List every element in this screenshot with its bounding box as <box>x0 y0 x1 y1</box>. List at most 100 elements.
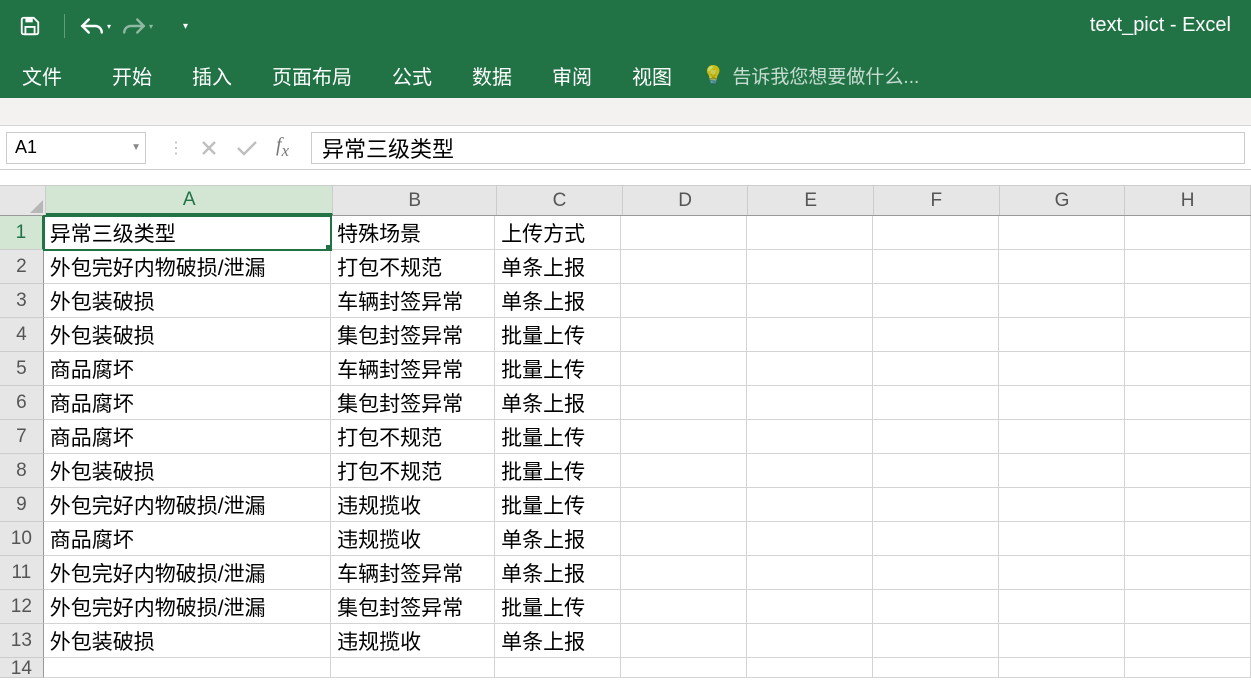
cell[interactable] <box>747 420 873 454</box>
cell[interactable] <box>621 250 747 284</box>
cell[interactable] <box>873 250 999 284</box>
column-header-H[interactable]: H <box>1125 186 1251 215</box>
cell[interactable] <box>1125 556 1251 590</box>
column-header-E[interactable]: E <box>748 186 874 215</box>
cell[interactable]: 单条上报 <box>495 386 621 420</box>
redo-button[interactable]: ▾ <box>121 15 153 37</box>
tab-formulas[interactable]: 公式 <box>372 51 452 100</box>
cell[interactable]: 外包装破损 <box>44 454 331 488</box>
cell[interactable]: 批量上传 <box>495 352 621 386</box>
cell[interactable] <box>621 488 747 522</box>
cell[interactable] <box>621 318 747 352</box>
cell[interactable] <box>621 386 747 420</box>
name-box-dropdown-icon[interactable]: ▼ <box>131 142 141 153</box>
cell[interactable]: 打包不规范 <box>331 454 495 488</box>
name-box[interactable]: A1 ▼ <box>6 132 146 164</box>
cell[interactable] <box>999 420 1125 454</box>
tab-insert[interactable]: 插入 <box>172 51 252 100</box>
cell[interactable]: 外包装破损 <box>44 284 331 318</box>
cell[interactable] <box>1125 352 1251 386</box>
cell[interactable] <box>747 624 873 658</box>
tab-data[interactable]: 数据 <box>452 51 532 100</box>
cell[interactable] <box>873 386 999 420</box>
cell[interactable]: 商品腐坏 <box>44 420 331 454</box>
column-header-G[interactable]: G <box>1000 186 1126 215</box>
cell[interactable]: 外包完好内物破损/泄漏 <box>44 250 331 284</box>
cell[interactable]: 车辆封签异常 <box>331 556 495 590</box>
cell[interactable] <box>1125 386 1251 420</box>
cell[interactable]: 外包装破损 <box>44 318 331 352</box>
cell[interactable] <box>747 216 873 250</box>
cell[interactable] <box>873 522 999 556</box>
row-header[interactable]: 9 <box>0 488 44 522</box>
cell[interactable] <box>999 488 1125 522</box>
cell[interactable]: 违规揽收 <box>331 488 495 522</box>
row-header[interactable]: 1 <box>0 216 44 250</box>
cell[interactable] <box>621 284 747 318</box>
cell[interactable] <box>1125 216 1251 250</box>
cell[interactable]: 外包装破损 <box>44 624 331 658</box>
cell[interactable] <box>621 590 747 624</box>
cell[interactable] <box>999 454 1125 488</box>
cell[interactable]: 单条上报 <box>495 556 621 590</box>
tab-view[interactable]: 视图 <box>612 51 692 100</box>
cell[interactable] <box>873 454 999 488</box>
cell[interactable] <box>747 658 873 678</box>
formula-input[interactable]: 异常三级类型 <box>311 132 1245 164</box>
cell[interactable] <box>873 318 999 352</box>
cell[interactable]: 特殊场景 <box>331 216 495 250</box>
cell[interactable] <box>999 284 1125 318</box>
cell[interactable] <box>621 624 747 658</box>
row-header[interactable]: 6 <box>0 386 44 420</box>
row-header[interactable]: 11 <box>0 556 44 590</box>
cell[interactable] <box>1125 624 1251 658</box>
column-header-A[interactable]: A <box>46 186 333 215</box>
cell[interactable] <box>747 386 873 420</box>
cell[interactable] <box>873 590 999 624</box>
cell[interactable]: 集包封签异常 <box>331 318 495 352</box>
tab-review[interactable]: 审阅 <box>532 51 612 100</box>
cell[interactable] <box>999 658 1125 678</box>
cell[interactable]: 批量上传 <box>495 590 621 624</box>
cell[interactable]: 单条上报 <box>495 250 621 284</box>
cell[interactable] <box>1125 522 1251 556</box>
cell[interactable]: 违规揽收 <box>331 624 495 658</box>
select-all-corner[interactable] <box>0 186 46 216</box>
cell[interactable] <box>495 658 621 678</box>
insert-function-button[interactable]: fx <box>276 134 289 161</box>
formula-bar-expand-icon[interactable]: ⋮ <box>168 138 182 158</box>
cell[interactable]: 车辆封签异常 <box>331 352 495 386</box>
cell[interactable] <box>747 284 873 318</box>
cell[interactable] <box>621 216 747 250</box>
cell[interactable]: 商品腐坏 <box>44 352 331 386</box>
row-header[interactable]: 10 <box>0 522 44 556</box>
row-header[interactable]: 14 <box>0 658 44 678</box>
cell[interactable] <box>747 318 873 352</box>
cell[interactable]: 单条上报 <box>495 522 621 556</box>
row-header[interactable]: 12 <box>0 590 44 624</box>
cell[interactable]: 批量上传 <box>495 488 621 522</box>
cell[interactable] <box>873 420 999 454</box>
cell[interactable] <box>747 454 873 488</box>
cell[interactable] <box>621 420 747 454</box>
cell[interactable] <box>331 658 495 678</box>
column-header-F[interactable]: F <box>874 186 1000 215</box>
row-header[interactable]: 7 <box>0 420 44 454</box>
undo-dropdown-icon[interactable]: ▾ <box>107 22 111 31</box>
cell[interactable] <box>999 352 1125 386</box>
row-header[interactable]: 3 <box>0 284 44 318</box>
cell[interactable] <box>747 590 873 624</box>
cell[interactable] <box>999 386 1125 420</box>
tell-me-search[interactable]: 💡 告诉我您想要做什么... <box>702 62 919 89</box>
cell[interactable]: 集包封签异常 <box>331 386 495 420</box>
column-header-B[interactable]: B <box>333 186 497 215</box>
cell[interactable] <box>873 624 999 658</box>
redo-dropdown-icon[interactable]: ▾ <box>149 22 153 31</box>
qat-customize-dropdown[interactable]: ▾ <box>183 21 188 32</box>
cell[interactable] <box>747 556 873 590</box>
cell[interactable] <box>621 454 747 488</box>
cancel-button[interactable] <box>200 139 218 157</box>
cell[interactable] <box>873 488 999 522</box>
tab-page-layout[interactable]: 页面布局 <box>252 51 372 100</box>
cell[interactable] <box>873 284 999 318</box>
